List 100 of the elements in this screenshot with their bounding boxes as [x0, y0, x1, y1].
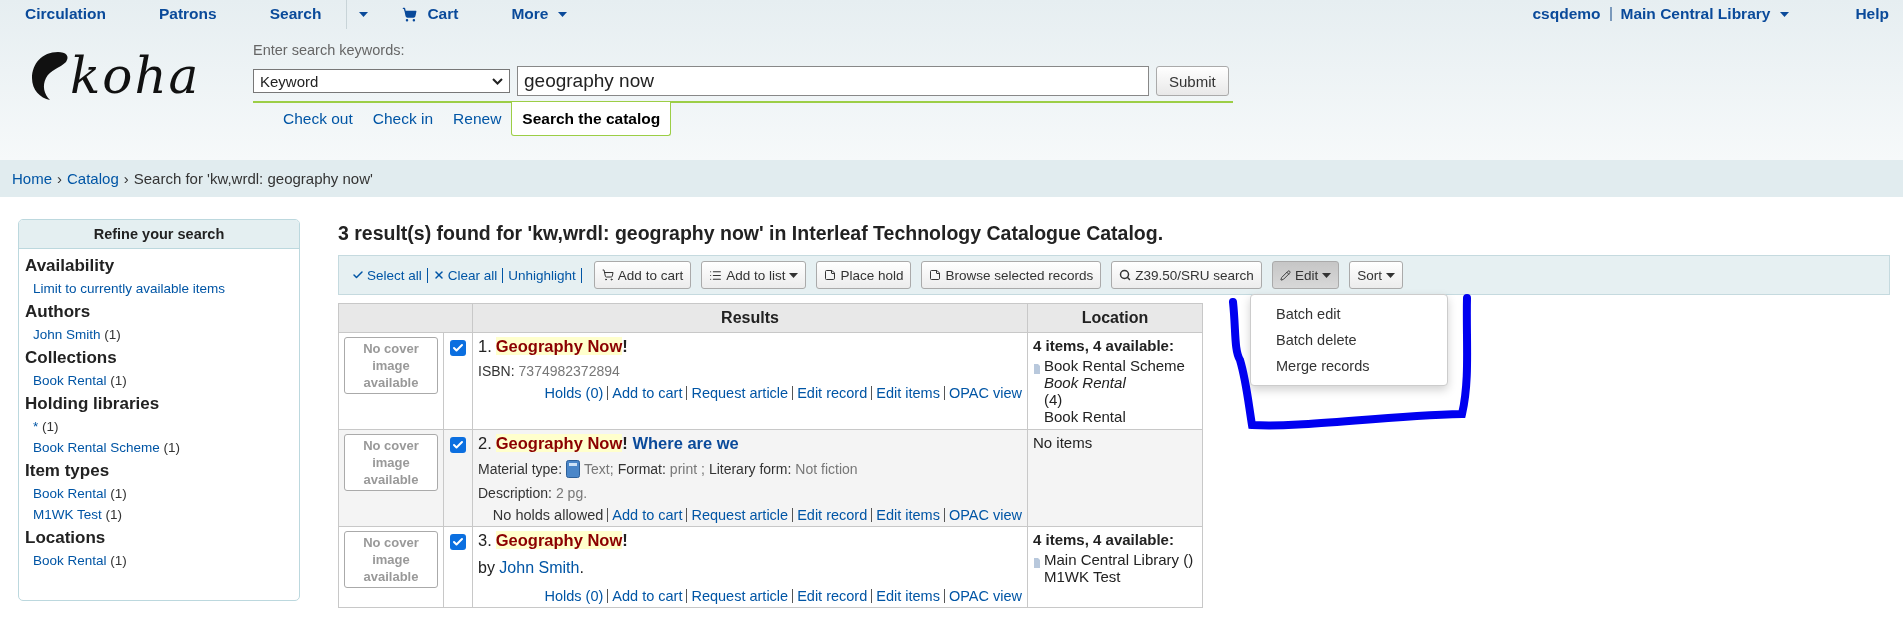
search-field[interactable]: geography now: [517, 66, 1149, 96]
facet-link[interactable]: Book Rental: [33, 553, 107, 568]
facet-heading: Collections: [25, 348, 118, 368]
facet-link[interactable]: Book Rental Scheme: [33, 440, 160, 455]
facet-count: (1): [41, 419, 59, 434]
toolbar-button[interactable]: Sort: [1349, 261, 1403, 289]
caret-icon: [359, 11, 369, 17]
toolbar-button[interactable]: Add to cart: [593, 261, 692, 289]
no-cover-text: No cover image available: [363, 438, 419, 487]
nav-link[interactable]: Patrons: [158, 5, 217, 23]
user-link[interactable]: csqdemo: [1532, 7, 1612, 21]
action-link[interactable]: Add to cart: [607, 386, 687, 400]
facet-link[interactable]: John Smith: [33, 327, 101, 342]
search-menu-caret[interactable]: [346, 0, 369, 29]
toolbar-button[interactable]: Place hold: [816, 261, 912, 289]
action-link[interactable]: Request article: [686, 589, 793, 603]
toolbar-link[interactable]: Clear all: [426, 267, 503, 283]
refine-title: Refine your search: [19, 220, 299, 249]
search-tab[interactable]: Check out: [273, 102, 363, 136]
check-icon: [452, 439, 464, 451]
search-tab[interactable]: Renew: [443, 102, 512, 136]
action-link[interactable]: Edit record: [792, 589, 872, 603]
facet-heading: Availability: [25, 256, 116, 276]
facet-count: (1): [162, 440, 181, 455]
author-link[interactable]: John Smith: [499, 559, 580, 576]
action-link[interactable]: Add to cart: [607, 508, 687, 522]
detail-value: 7374982372894: [518, 363, 620, 379]
menu-item[interactable]: Batch delete: [1251, 327, 1447, 353]
detail-label: Literary form:: [708, 461, 792, 477]
caret-icon: [1780, 11, 1790, 17]
facet-link[interactable]: Book Rental: [33, 373, 107, 388]
action-link[interactable]: Request article: [686, 386, 793, 400]
facet-heading: Item types: [25, 461, 111, 481]
action-link[interactable]: Holds (0): [540, 386, 608, 400]
column-header: Location: [1027, 303, 1203, 333]
title-link[interactable]: Geography Now! Where are we: [495, 434, 739, 453]
action-link[interactable]: Edit items: [871, 386, 944, 400]
action-link[interactable]: Request article: [686, 508, 793, 522]
caret-icon: [558, 11, 568, 17]
author-suffix: .: [579, 559, 584, 576]
action-link[interactable]: OPAC view: [943, 589, 1022, 603]
select-checkbox[interactable]: [450, 437, 466, 453]
nav-link[interactable]: Search: [269, 5, 322, 23]
facet-link[interactable]: M1WK Test: [33, 507, 102, 522]
action-link[interactable]: Edit record: [792, 508, 872, 522]
breadcrumb-link[interactable]: Catalog: [67, 170, 119, 187]
search-tab[interactable]: Search the catalog: [511, 102, 672, 136]
select-checkbox[interactable]: [450, 534, 466, 550]
check-icon: [452, 536, 464, 548]
menu-item[interactable]: Merge records: [1251, 353, 1447, 379]
cart-link[interactable]: Cart: [402, 5, 459, 23]
action-link[interactable]: Edit items: [871, 508, 944, 522]
facet-count: (1): [109, 373, 127, 388]
detail-value: 2 pg.: [555, 485, 588, 501]
select-checkbox[interactable]: [450, 340, 466, 356]
no-cover-text: No cover image available: [363, 535, 419, 584]
action-link[interactable]: OPAC view: [943, 508, 1022, 522]
toolbar-button[interactable]: Edit: [1271, 261, 1340, 289]
toolbar-button[interactable]: Z39.50/SRU search: [1111, 261, 1262, 289]
nav-link[interactable]: Circulation: [25, 5, 106, 23]
location-line: (4): [1044, 391, 1064, 408]
location-line: Book Rental: [1044, 408, 1127, 425]
action-link[interactable]: Edit record: [792, 386, 872, 400]
author-prefix: by: [478, 559, 496, 576]
toolbar-button[interactable]: Add to list: [701, 261, 807, 289]
cart-icon: [402, 6, 418, 22]
search-tab[interactable]: Check in: [362, 102, 444, 136]
cart-icon: [601, 269, 614, 281]
detail-label: Material type:: [478, 461, 563, 477]
toolbar-link[interactable]: Unhighlight: [502, 267, 582, 283]
check-icon: [352, 269, 364, 281]
facet-link[interactable]: Limit to currently available items: [33, 281, 226, 296]
chevron-icon: [492, 77, 503, 85]
location-line: M1WK Test: [1044, 568, 1122, 585]
facet-count: (1): [109, 553, 127, 568]
submit-button[interactable]: Submit: [1156, 66, 1229, 96]
document-icon: [1033, 558, 1040, 568]
action-link[interactable]: Holds (0): [540, 589, 608, 603]
action-link[interactable]: Edit items: [871, 589, 944, 603]
toolbar-link[interactable]: Select all: [347, 267, 427, 283]
facet-count: (1): [103, 327, 121, 342]
no-cover-text: No cover image available: [363, 341, 419, 390]
breadcrumb-link[interactable]: Home: [12, 170, 52, 187]
library-menu[interactable]: Main Central Library: [1611, 5, 1790, 23]
facet-heading: Authors: [25, 302, 92, 322]
facet-link[interactable]: Book Rental: [33, 486, 107, 501]
location-line: Book Rental Scheme: [1044, 357, 1185, 374]
nav-menu[interactable]: More: [511, 5, 568, 23]
menu-item[interactable]: Batch edit: [1251, 301, 1447, 327]
toolbar-button[interactable]: Browse selected records: [921, 261, 1102, 289]
availability-summary: 4 items, 4 available:: [1033, 531, 1175, 548]
facet-heading: Holding libraries: [25, 394, 161, 414]
action-link[interactable]: Add to cart: [607, 589, 687, 603]
facet-link[interactable]: *: [33, 419, 39, 434]
breadcrumb-current: Search for 'kw,wrdl: geography now': [133, 170, 373, 187]
action-link[interactable]: OPAC view: [943, 386, 1022, 400]
detail-label: ISBN:: [478, 363, 515, 379]
detail-value: Text;: [584, 461, 614, 477]
index-select[interactable]: Keyword: [253, 69, 510, 93]
help-link[interactable]: Help: [1855, 5, 1889, 23]
